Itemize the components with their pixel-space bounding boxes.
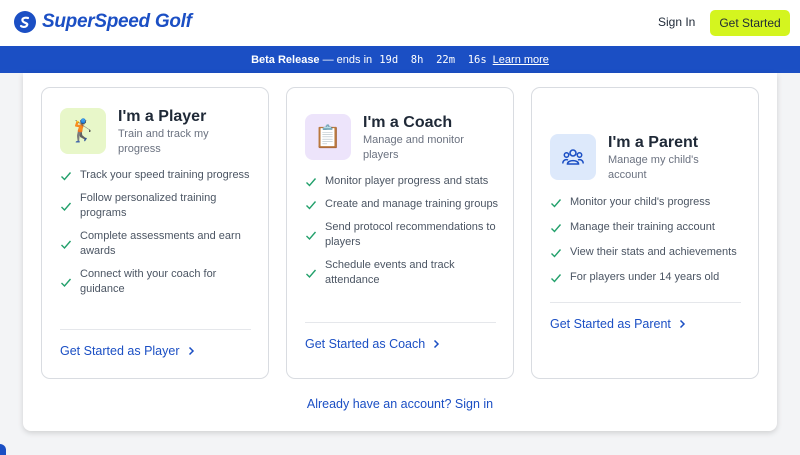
brand-name: SuperSpeed Golf	[42, 11, 192, 32]
countdown-timer: 19d 8h 22m 16s	[379, 53, 487, 66]
beta-banner: Beta Release — ends in 19d 8h 22m 16s Le…	[0, 46, 800, 73]
list-item: Send protocol recommendations to players	[305, 220, 500, 250]
check-icon	[61, 202, 72, 212]
coach-card[interactable]: 📋 I'm a Coach Manage and monitor players…	[286, 87, 514, 379]
check-icon	[306, 178, 317, 187]
list-item: Schedule events and track attendance	[305, 258, 500, 288]
top-nav: SuperSpeed Golf Sign In Get Started	[0, 0, 800, 46]
card-title: I'm a Player	[118, 108, 207, 125]
list-item: Track your speed training progress	[60, 168, 255, 183]
check-icon	[61, 172, 72, 181]
feature-list: Monitor your child's progress Manage the…	[550, 195, 745, 285]
card-subtitle: Manage my child's account	[608, 154, 699, 181]
learn-more-link[interactable]: Learn more	[493, 54, 549, 66]
check-icon	[551, 224, 562, 233]
corner-accent	[0, 444, 6, 455]
list-item: Manage their training account	[550, 220, 745, 235]
chevron-right-icon	[434, 339, 440, 349]
feature-list: Track your speed training progress Follo…	[60, 168, 255, 297]
parent-card[interactable]: I'm a Parent Manage my child's account M…	[531, 87, 759, 379]
beta-text: — ends in	[319, 53, 376, 66]
check-icon	[551, 274, 562, 283]
beta-label: Beta Release	[251, 53, 320, 66]
family-icon	[550, 134, 596, 180]
card-subtitle: Manage and monitor players	[363, 134, 464, 161]
list-item: Monitor player progress and stats	[305, 174, 500, 189]
check-icon	[551, 199, 562, 208]
divider	[60, 329, 251, 330]
get-started-button[interactable]: Get Started	[710, 10, 790, 36]
divider	[550, 302, 741, 303]
player-card[interactable]: 🏌️ I'm a Player Train and track my progr…	[41, 87, 269, 379]
list-item: Connect with your coach for guidance	[60, 267, 255, 297]
chevron-right-icon	[679, 319, 685, 329]
check-icon	[306, 269, 317, 279]
golfer-icon: 🏌️	[60, 108, 106, 154]
check-icon	[61, 278, 72, 288]
list-item: Monitor your child's progress	[550, 195, 745, 210]
card-subtitle: Train and track my progress	[118, 128, 209, 155]
check-icon	[61, 240, 72, 250]
list-item: For players under 14 years old	[550, 270, 745, 285]
list-item: Create and manage training groups	[305, 197, 500, 212]
get-started-player-link[interactable]: Get Started as Player	[60, 344, 195, 358]
check-icon	[306, 201, 317, 210]
list-item: Follow personalized training programs	[60, 191, 255, 221]
list-item: Complete assessments and earn awards	[60, 229, 255, 259]
card-title: I'm a Coach	[363, 114, 453, 131]
brand-logo[interactable]: SuperSpeed Golf	[14, 11, 192, 33]
check-icon	[306, 231, 317, 241]
check-icon	[551, 249, 562, 258]
logo-icon	[14, 11, 36, 33]
sign-in-link[interactable]: Sign In	[658, 15, 695, 29]
divider	[305, 322, 496, 323]
feature-list: Monitor player progress and stats Create…	[305, 174, 500, 288]
role-selection-panel: 🏌️ I'm a Player Train and track my progr…	[23, 73, 777, 431]
card-title: I'm a Parent	[608, 134, 699, 151]
clipboard-icon: 📋	[305, 114, 351, 160]
list-item: View their stats and achievements	[550, 245, 745, 260]
already-have-account-link[interactable]: Already have an account? Sign in	[23, 397, 777, 411]
get-started-parent-link[interactable]: Get Started as Parent	[550, 317, 686, 331]
chevron-right-icon	[188, 346, 194, 356]
get-started-coach-link[interactable]: Get Started as Coach	[305, 337, 440, 351]
